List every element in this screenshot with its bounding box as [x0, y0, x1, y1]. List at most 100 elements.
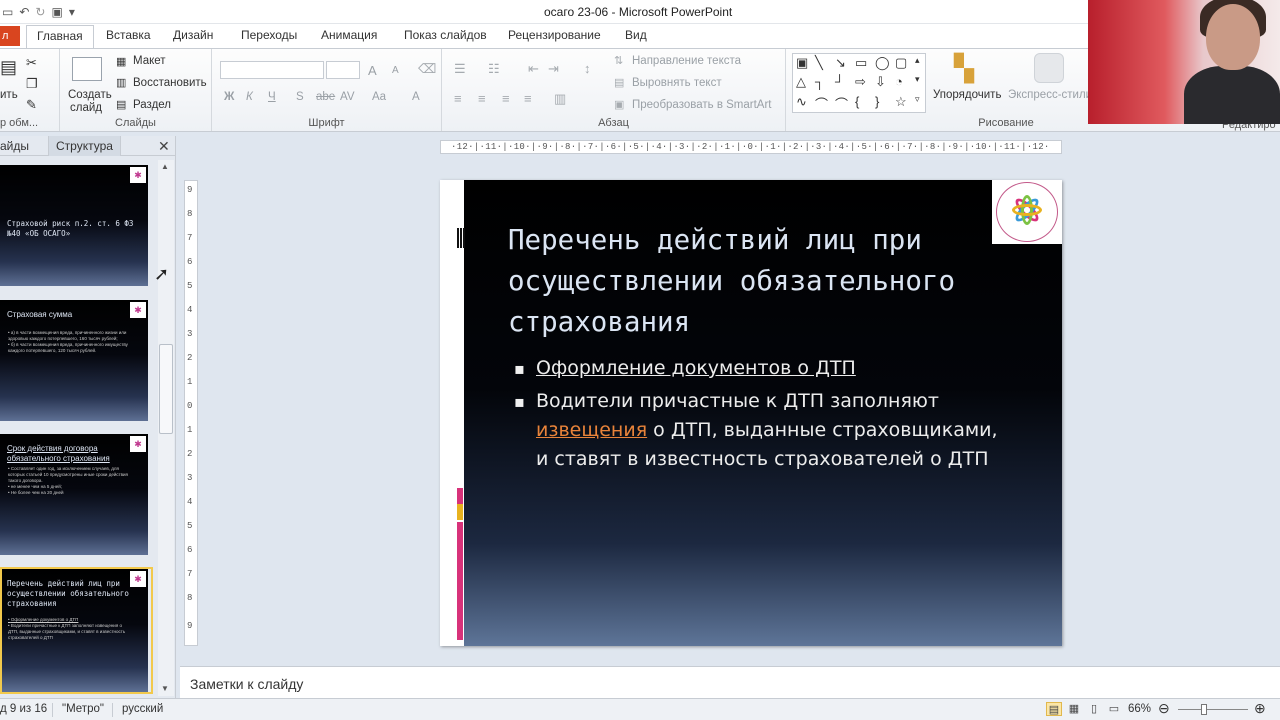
star-shape-icon[interactable]: ☆: [895, 94, 907, 110]
columns-icon[interactable]: ▥: [554, 91, 566, 107]
shrink-font-button[interactable]: A: [392, 65, 399, 76]
tab-review[interactable]: Рецензирование: [508, 28, 601, 42]
down-arrow-shape-icon[interactable]: ⇩: [875, 74, 886, 90]
curve-shape-icon[interactable]: ⌒: [815, 94, 828, 113]
notes-pane[interactable]: Заметки к слайду: [180, 666, 1280, 698]
slideshow-icon[interactable]: ▭: [1106, 702, 1122, 716]
reading-view-icon[interactable]: ▯: [1086, 702, 1102, 716]
italic-button[interactable]: К: [246, 91, 253, 103]
bold-button[interactable]: Ж: [224, 91, 234, 103]
normal-view-icon[interactable]: ▤: [1046, 702, 1062, 716]
tab-insert[interactable]: Вставка: [106, 28, 151, 42]
shapes-gallery[interactable]: ▣ ╲ ↘ ▭ ◯ ▢ △ ┐ ┘ ⇨ ⇩ ◔ ∿ ⌒ ⌒ { } ☆ ▴ ▾ …: [792, 53, 926, 113]
textbox-shape-icon[interactable]: ▣: [796, 55, 808, 71]
align-left-icon[interactable]: ≡: [454, 91, 462, 106]
zoom-in-icon[interactable]: ⊕: [1254, 700, 1266, 717]
cut-icon[interactable]: ✂: [26, 55, 37, 71]
shadow-button[interactable]: S: [296, 91, 304, 103]
bullets-icon[interactable]: ☰: [454, 61, 466, 77]
language-indicator[interactable]: русский: [122, 703, 163, 715]
slide-bullets[interactable]: Оформление документов о ДТП Водители при…: [514, 354, 1014, 478]
slide-canvas[interactable]: Перечень действий лиц при осуществлении …: [440, 180, 1062, 646]
paste-button[interactable]: ить: [0, 89, 18, 101]
gallery-up-icon[interactable]: ▴: [915, 55, 920, 66]
section-button[interactable]: Раздел: [133, 99, 171, 111]
layout-button[interactable]: Макет: [133, 55, 166, 67]
freeform-shape-icon[interactable]: ∿: [796, 94, 807, 110]
char-spacing-button[interactable]: AV: [340, 91, 355, 103]
close-icon[interactable]: ✕: [158, 138, 170, 155]
right-brace-icon[interactable]: }: [875, 94, 879, 109]
tab-home[interactable]: Главная: [26, 25, 94, 49]
hyperlink[interactable]: извещения: [536, 419, 647, 441]
font-family-select[interactable]: [220, 61, 324, 79]
underline-button[interactable]: Ч: [268, 91, 276, 103]
rectangle-shape-icon[interactable]: ▭: [855, 55, 867, 71]
justify-icon[interactable]: ≡: [524, 91, 532, 106]
font-size-select[interactable]: [326, 61, 360, 79]
new-icon[interactable]: ▣: [51, 5, 62, 19]
decrease-indent-icon[interactable]: ⇤: [528, 61, 539, 77]
save-icon[interactable]: ▭: [2, 5, 13, 19]
numbering-icon[interactable]: ☷: [488, 61, 500, 77]
left-brace-icon[interactable]: {: [855, 94, 859, 109]
slide-thumbnail[interactable]: ✱ Срок действия договора обязательного с…: [0, 434, 148, 555]
change-case-button[interactable]: Aa: [372, 91, 386, 103]
rounded-rect-shape-icon[interactable]: ▢: [895, 55, 907, 71]
slides-scrollbar[interactable]: ▲ ▼: [158, 160, 174, 696]
reset-button[interactable]: Восстановить: [133, 77, 207, 89]
paste-icon[interactable]: ▤: [0, 57, 17, 78]
strikethrough-button[interactable]: abe: [316, 91, 335, 103]
quick-styles-button[interactable]: Экспресс-стили: [1008, 89, 1092, 101]
slide-thumbnail[interactable]: ✱ Страховая сумма а) в части возмещения …: [0, 300, 148, 421]
convert-smartart-button[interactable]: Преобразовать в SmartArt: [632, 99, 772, 111]
arc-shape-icon[interactable]: ⌒: [835, 94, 848, 113]
tab-view[interactable]: Вид: [625, 28, 647, 42]
align-center-icon[interactable]: ≡: [478, 91, 486, 106]
zoom-level[interactable]: 66%: [1128, 703, 1151, 715]
slide-title[interactable]: Перечень действий лиц при осуществлении …: [508, 220, 1038, 343]
callout-shape-icon[interactable]: ◔: [895, 74, 903, 89]
arrange-button[interactable]: Упорядочить: [933, 89, 1001, 101]
slide-sorter-icon[interactable]: ▦: [1066, 702, 1082, 716]
scroll-up-icon[interactable]: ▲: [161, 162, 169, 171]
slide-thumbnail[interactable]: ✱ Страховой риск п.2. ст. 6 ФЗ №40 «ОБ О…: [0, 165, 148, 286]
theme-name[interactable]: "Метро": [62, 703, 104, 715]
undo-icon[interactable]: ↶: [19, 5, 29, 19]
triangle-shape-icon[interactable]: △: [796, 74, 806, 90]
new-slide-button[interactable]: Создать: [68, 89, 112, 101]
gallery-down-icon[interactable]: ▾: [915, 74, 920, 85]
customize-icon[interactable]: ▾: [69, 5, 75, 19]
elbow-connector-icon[interactable]: ┐: [815, 74, 824, 89]
font-color-button[interactable]: A: [412, 91, 420, 103]
zoom-slider[interactable]: [1178, 709, 1248, 710]
scroll-down-icon[interactable]: ▼: [161, 684, 169, 693]
tab-animation[interactable]: Анимация: [321, 28, 377, 42]
copy-icon[interactable]: ❐: [26, 76, 38, 92]
zoom-slider-knob[interactable]: [1201, 704, 1207, 715]
tab-slideshow[interactable]: Показ слайдов: [404, 28, 487, 42]
zoom-out-icon[interactable]: ⊖: [1158, 700, 1170, 717]
format-painter-icon[interactable]: ✎: [26, 97, 37, 113]
line-spacing-icon[interactable]: ↕: [584, 61, 591, 76]
gallery-more-icon[interactable]: ▿: [915, 94, 920, 105]
line-shape-icon[interactable]: ╲: [815, 55, 823, 71]
right-arrow-shape-icon[interactable]: ⇨: [855, 74, 866, 90]
grow-font-button[interactable]: A: [368, 63, 377, 78]
arrow-shape-icon[interactable]: ↘: [835, 55, 846, 71]
increase-indent-icon[interactable]: ⇥: [548, 61, 559, 77]
tab-transitions[interactable]: Переходы: [241, 28, 297, 42]
new-slide-icon[interactable]: [72, 57, 102, 81]
align-text-button[interactable]: Выровнять текст: [632, 77, 722, 89]
tab-file[interactable]: л: [0, 26, 20, 46]
elbow-arrow-icon[interactable]: ┘: [835, 74, 844, 89]
tab-design[interactable]: Дизайн: [173, 28, 213, 42]
oval-shape-icon[interactable]: ◯: [875, 55, 890, 71]
tab-outline[interactable]: Структура: [48, 136, 121, 156]
text-direction-button[interactable]: Направление текста: [632, 55, 741, 67]
redo-icon[interactable]: ↻: [35, 5, 45, 19]
clear-format-icon[interactable]: ⌫: [418, 61, 436, 77]
tab-slides[interactable]: айды: [0, 139, 29, 153]
scrollbar-thumb[interactable]: [159, 344, 173, 434]
align-right-icon[interactable]: ≡: [502, 91, 510, 106]
